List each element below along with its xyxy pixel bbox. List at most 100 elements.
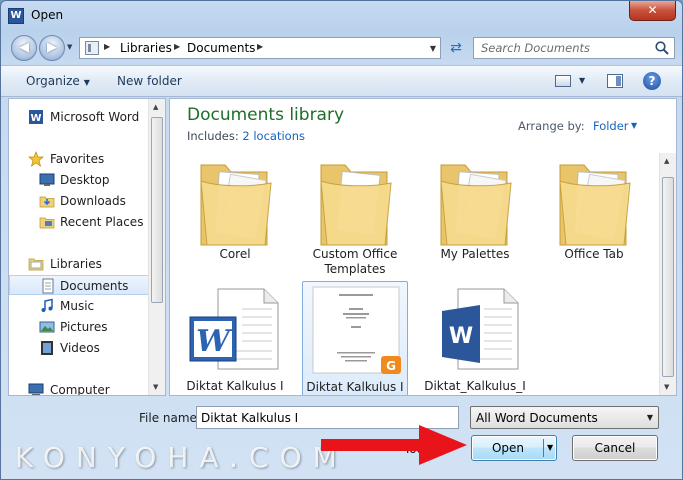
svg-text:W: W [449,324,473,349]
sidebar-item-label: Videos [60,341,100,355]
navigation-pane-scrollbar[interactable]: ▲ ▼ [148,99,165,395]
item-name: Diktat Kalkulus I [306,380,404,394]
chevron-down-icon[interactable]: ▼ [631,121,637,130]
search-box[interactable] [473,37,675,59]
scroll-up-icon[interactable]: ▲ [153,103,158,111]
document-item[interactable]: G Diktat Kalkulus I [302,281,408,395]
sidebar-item-label: Computer [50,383,110,396]
sidebar-item-libraries[interactable]: Libraries [9,254,150,274]
preview-pane-icon[interactable] [607,74,623,88]
svg-text:W: W [30,113,41,124]
sidebar-item-downloads[interactable]: Downloads [9,191,150,211]
sidebar-item-microsoft-word[interactable]: W Microsoft Word [9,107,150,127]
scrollbar-thumb[interactable] [151,117,163,303]
item-name: Diktat_Kalkulus_I [424,379,526,393]
navigation-pane: W Microsoft Word Favorites Desktop Downl… [8,98,166,396]
breadcrumb-separator-icon[interactable]: ▶ [174,42,180,51]
sidebar-item-computer[interactable]: Computer [9,380,150,396]
red-arrow-annotation [321,425,467,465]
address-dropdown-icon[interactable]: ▼ [430,44,436,53]
breadcrumb-libraries[interactable]: Libraries [120,41,172,55]
word-document-icon: W [442,288,519,370]
organize-button[interactable]: Organize ▼ [26,74,90,88]
library-title: Documents library [187,105,345,125]
arrange-by-dropdown[interactable]: Folder [593,119,629,133]
music-icon [41,298,53,312]
svg-text:W: W [196,324,233,359]
scroll-down-icon[interactable]: ▼ [153,383,158,391]
watermark-text: KONYOHA.COM [15,441,348,474]
search-input[interactable] [474,38,654,58]
window-title: Open [31,8,64,22]
item-name: Corel [219,247,251,261]
view-options-dropdown-icon[interactable]: ▼ [579,76,585,85]
file-name-label: File name: [139,411,201,425]
search-icon[interactable] [654,40,670,56]
item-name: Custom Office Templates [312,247,398,276]
file-list-scrollbar[interactable]: ▲ ▼ [659,153,676,395]
folder-item[interactable]: My Palettes [422,149,528,265]
chevron-down-icon: ▼ [83,78,90,87]
sidebar-item-favorites[interactable]: Favorites [9,149,150,169]
refresh-button[interactable]: ⇄ [444,37,468,59]
breadcrumb-separator-icon[interactable]: ▶ [104,42,110,51]
folder-item[interactable]: Corel [182,149,288,265]
open-dialog: W Open ✕ ◀ ▶ ▼ ▶ Libraries ▶ Documents ▶… [0,0,683,480]
folder-icon [559,164,631,246]
arrange-by-label: Arrange by: [518,119,585,133]
open-button-label: Open [491,441,525,455]
breadcrumb-separator-icon[interactable]: ▶ [257,42,263,51]
open-options-dropdown-icon[interactable]: ▼ [547,443,553,452]
computer-icon [28,383,44,395]
folder-item[interactable]: Office Tab [541,149,647,265]
chevron-down-icon: ▼ [646,413,653,422]
sidebar-item-music[interactable]: Music [9,296,150,316]
sidebar-item-label: Favorites [50,152,105,166]
close-button[interactable]: ✕ [629,1,676,21]
open-button[interactable]: Open ▼ [471,435,557,461]
back-button[interactable]: ◀ [11,35,37,61]
word-icon: W [29,110,43,124]
help-icon[interactable]: ? [643,72,661,90]
sidebar-item-recent-places[interactable]: Recent Places [9,212,150,232]
change-view-icon[interactable] [555,75,571,87]
title-bar: W Open ✕ [1,1,682,31]
locations-link[interactable]: 2 locations [242,129,305,143]
file-type-select[interactable]: All Word Documents ▼ [470,406,659,429]
cancel-button[interactable]: Cancel [572,435,658,461]
item-name: Diktat Kalkulus I [186,379,284,393]
sidebar-item-label: Microsoft Word [50,110,140,124]
recent-locations-dropdown-icon[interactable]: ▼ [67,43,72,51]
scroll-up-icon[interactable]: ▲ [664,157,669,165]
new-folder-button[interactable]: New folder [117,74,182,88]
close-icon: ✕ [647,3,658,17]
file-list-pane: Documents library Includes: 2 locations … [169,98,677,396]
sidebar-item-pictures[interactable]: Pictures [9,317,150,337]
sidebar-item-label: Recent Places [60,215,144,229]
documents-icon [42,278,54,294]
sidebar-item-desktop[interactable]: Desktop [9,170,150,190]
svg-text:G: G [386,359,396,373]
word-app-icon: W [8,8,24,24]
breadcrumb-documents[interactable]: Documents [187,41,255,55]
document-item[interactable]: W Diktat_Kalkulus_I [422,281,528,395]
sidebar-item-documents[interactable]: Documents [9,275,150,295]
folder-item[interactable]: Custom Office Templates [302,149,408,276]
word-document-icon: W [189,288,279,370]
split-divider [543,439,544,457]
sidebar-item-videos[interactable]: Videos [9,338,150,358]
refresh-icon: ⇄ [450,40,462,56]
scrollbar-thumb[interactable] [662,177,674,377]
downloads-icon [39,196,55,208]
document-item[interactable]: W Diktat Kalkulus I [182,281,288,395]
sidebar-item-label: Pictures [60,320,108,334]
forward-button[interactable]: ▶ [39,35,65,61]
sidebar-item-label: Libraries [50,257,102,271]
address-bar[interactable]: ▶ Libraries ▶ Documents ▶ ▼ [79,37,441,59]
sidebar-item-label: Documents [60,279,129,293]
back-arrow-icon: ◀ [19,40,29,55]
videos-icon [41,341,53,355]
scroll-down-icon[interactable]: ▼ [664,383,669,391]
recent-places-icon [39,217,55,229]
sidebar-item-label: Downloads [60,194,126,208]
